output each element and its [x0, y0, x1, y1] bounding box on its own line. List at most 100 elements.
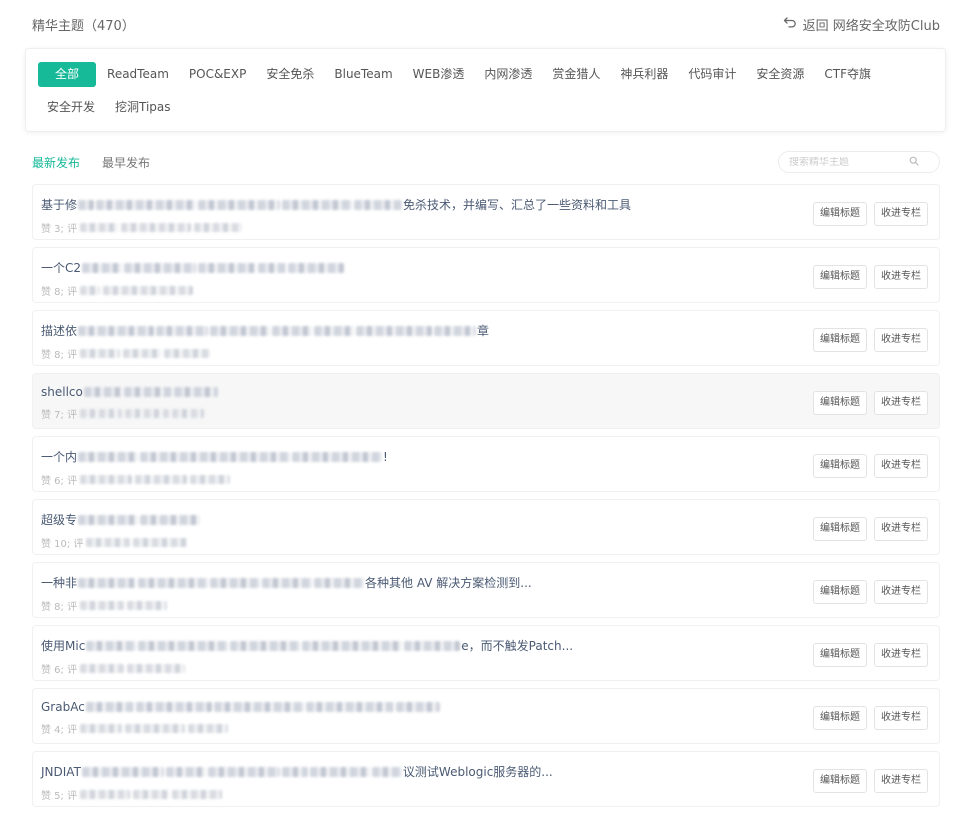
category-tag[interactable]: 安全免杀 — [257, 62, 323, 87]
redacted-text — [198, 262, 257, 273]
redacted-meta — [125, 724, 186, 733]
topic-list: 基于修 免杀技术，并编写、汇总了一些资料和工具赞 3; 评编辑标题 收进专栏 一个C2… — [32, 184, 940, 814]
edit-title-button[interactable]: 编辑标题 — [813, 265, 867, 289]
topic-meta: 赞 7; 评 — [41, 406, 931, 421]
redacted-text — [272, 325, 313, 336]
redacted-meta — [172, 790, 223, 799]
edit-title-button[interactable]: 编辑标题 — [813, 706, 867, 730]
category-tag[interactable]: BlueTeam — [325, 62, 401, 87]
add-to-column-button[interactable]: 收进专栏 — [874, 769, 928, 793]
category-tag[interactable]: CTF夺旗 — [815, 62, 880, 87]
add-to-column-button[interactable]: 收进专栏 — [874, 391, 928, 415]
redacted-text — [314, 325, 355, 336]
redacted-text — [78, 325, 155, 336]
add-to-column-button[interactable]: 收进专栏 — [874, 706, 928, 730]
add-to-column-button[interactable]: 收进专栏 — [874, 517, 928, 541]
topic-title[interactable]: 一种非 各种其他 AV 解决方案检测到... — [41, 574, 931, 591]
topic-likes: 赞 4; 评 — [41, 725, 78, 736]
add-to-column-button[interactable]: 收进专栏 — [874, 265, 928, 289]
page-header: 精华主题（470） 返回 网络安全攻防Club — [32, 14, 940, 34]
topic-title[interactable]: JNDIAT 议测试Weblogic服务器的... — [41, 763, 931, 780]
sort-oldest-tab[interactable]: 最早发布 — [102, 154, 150, 171]
category-tag[interactable]: 安全开发 — [38, 95, 104, 120]
redacted-text — [314, 577, 365, 588]
redacted-meta — [135, 475, 188, 484]
topic-title-end: 各种其他 AV 解决方案检测到... — [365, 576, 532, 590]
search-input[interactable] — [789, 156, 909, 168]
redacted-text — [81, 766, 164, 777]
redacted-text — [86, 640, 137, 651]
edit-title-button[interactable]: 编辑标题 — [813, 454, 867, 478]
redacted-text — [138, 577, 209, 588]
edit-title-button[interactable]: 编辑标题 — [813, 328, 867, 352]
topic-row: 基于修 免杀技术，并编写、汇总了一些资料和工具赞 3; 评 编辑标题 收进专栏 — [32, 184, 940, 240]
redacted-meta — [123, 349, 162, 358]
category-tag[interactable]: POC&EXP — [180, 62, 255, 87]
add-to-column-button[interactable]: 收进专栏 — [874, 643, 928, 667]
topic-row: 一个C2 赞 8; 评 编辑标题 收进专栏 — [32, 247, 940, 303]
add-to-column-button[interactable]: 收进专栏 — [874, 202, 928, 226]
topic-row: shellco 赞 7; 评 编辑标题 收进专栏 — [32, 373, 940, 429]
sort-newest-tab[interactable]: 最新发布 — [32, 154, 80, 171]
topic-title[interactable]: shellco — [41, 385, 931, 399]
redacted-text — [230, 640, 301, 651]
category-tag[interactable]: WEB渗透 — [404, 62, 474, 87]
redacted-text — [207, 766, 280, 777]
add-to-column-button[interactable]: 收进专栏 — [874, 454, 928, 478]
redacted-meta — [80, 286, 101, 295]
category-tag[interactable]: 神兵利器 — [611, 62, 677, 87]
edit-title-button[interactable]: 编辑标题 — [813, 517, 867, 541]
redacted-text — [404, 640, 461, 651]
redacted-text — [156, 325, 209, 336]
page-title: 精华主题（470） — [32, 18, 135, 34]
topic-meta: 赞 3; 评 — [41, 220, 931, 235]
category-tag[interactable]: 赏金猎人 — [543, 62, 609, 87]
topic-row: GrabAc 赞 4; 评 编辑标题 收进专栏 — [32, 688, 940, 744]
edit-title-button[interactable]: 编辑标题 — [813, 580, 867, 604]
category-tag[interactable]: 安全资源 — [747, 62, 813, 87]
redacted-meta — [133, 790, 170, 799]
edit-title-button[interactable]: 编辑标题 — [813, 202, 867, 226]
search-icon[interactable] — [909, 155, 919, 169]
topic-row: 使用Mic e，而不触发Patch... 赞 6; 评 编辑标题 收进专栏 — [32, 625, 940, 681]
category-tag[interactable]: 代码审计 — [679, 62, 745, 87]
category-tag[interactable]: 全部 — [38, 62, 97, 87]
topic-title[interactable]: 基于修 免杀技术，并编写、汇总了一些资料和工具 — [41, 196, 931, 213]
topic-likes: 赞 6; 评 — [41, 476, 78, 487]
topic-likes: 赞 5; 评 — [41, 791, 78, 802]
topic-title[interactable]: 超级专 — [41, 511, 931, 528]
redacted-meta — [164, 349, 211, 358]
topic-title[interactable]: 一个C2 — [41, 259, 931, 276]
topic-likes: 赞 7; 评 — [41, 410, 78, 421]
back-to-club-link[interactable]: 返回 网络安全攻防Club — [783, 15, 940, 34]
redacted-meta — [190, 475, 231, 484]
edit-title-button[interactable]: 编辑标题 — [813, 769, 867, 793]
topic-title[interactable]: 描述依 章 — [41, 322, 931, 339]
redacted-text — [213, 702, 304, 712]
topic-title[interactable]: 一个内! — [41, 448, 931, 465]
topic-meta: 赞 10; 评 — [41, 535, 931, 550]
add-to-column-button[interactable]: 收进专栏 — [874, 328, 928, 352]
edit-title-button[interactable]: 编辑标题 — [813, 643, 867, 667]
category-tag[interactable]: ReadTeam — [98, 62, 178, 87]
topic-actions: 编辑标题 收进专栏 — [813, 517, 928, 541]
category-filter-card: 全部 ReadTeam POC&EXP 安全免杀 BlueTeam WEB渗透 内网渗透 赏金… — [25, 48, 946, 132]
edit-title-button[interactable]: 编辑标题 — [813, 391, 867, 415]
add-to-column-button[interactable]: 收进专栏 — [874, 580, 928, 604]
redacted-text — [354, 199, 403, 210]
topic-title-end: ! — [383, 449, 388, 464]
redacted-text — [78, 451, 139, 462]
redacted-text — [258, 262, 287, 273]
topic-title[interactable]: GrabAc — [41, 700, 931, 714]
redacted-text — [83, 387, 122, 397]
redacted-text — [305, 702, 394, 712]
redacted-meta — [188, 724, 229, 733]
category-tag[interactable]: 挖洞Tipas — [106, 95, 180, 120]
redacted-meta — [103, 286, 194, 295]
topic-actions: 编辑标题 收进专栏 — [813, 454, 928, 478]
category-tag[interactable]: 内网渗透 — [475, 62, 541, 87]
redacted-meta — [80, 349, 121, 358]
topic-title[interactable]: 使用Mic e，而不触发Patch... — [41, 637, 931, 654]
redacted-text — [78, 577, 137, 588]
topic-likes: 赞 10; 评 — [41, 539, 84, 550]
